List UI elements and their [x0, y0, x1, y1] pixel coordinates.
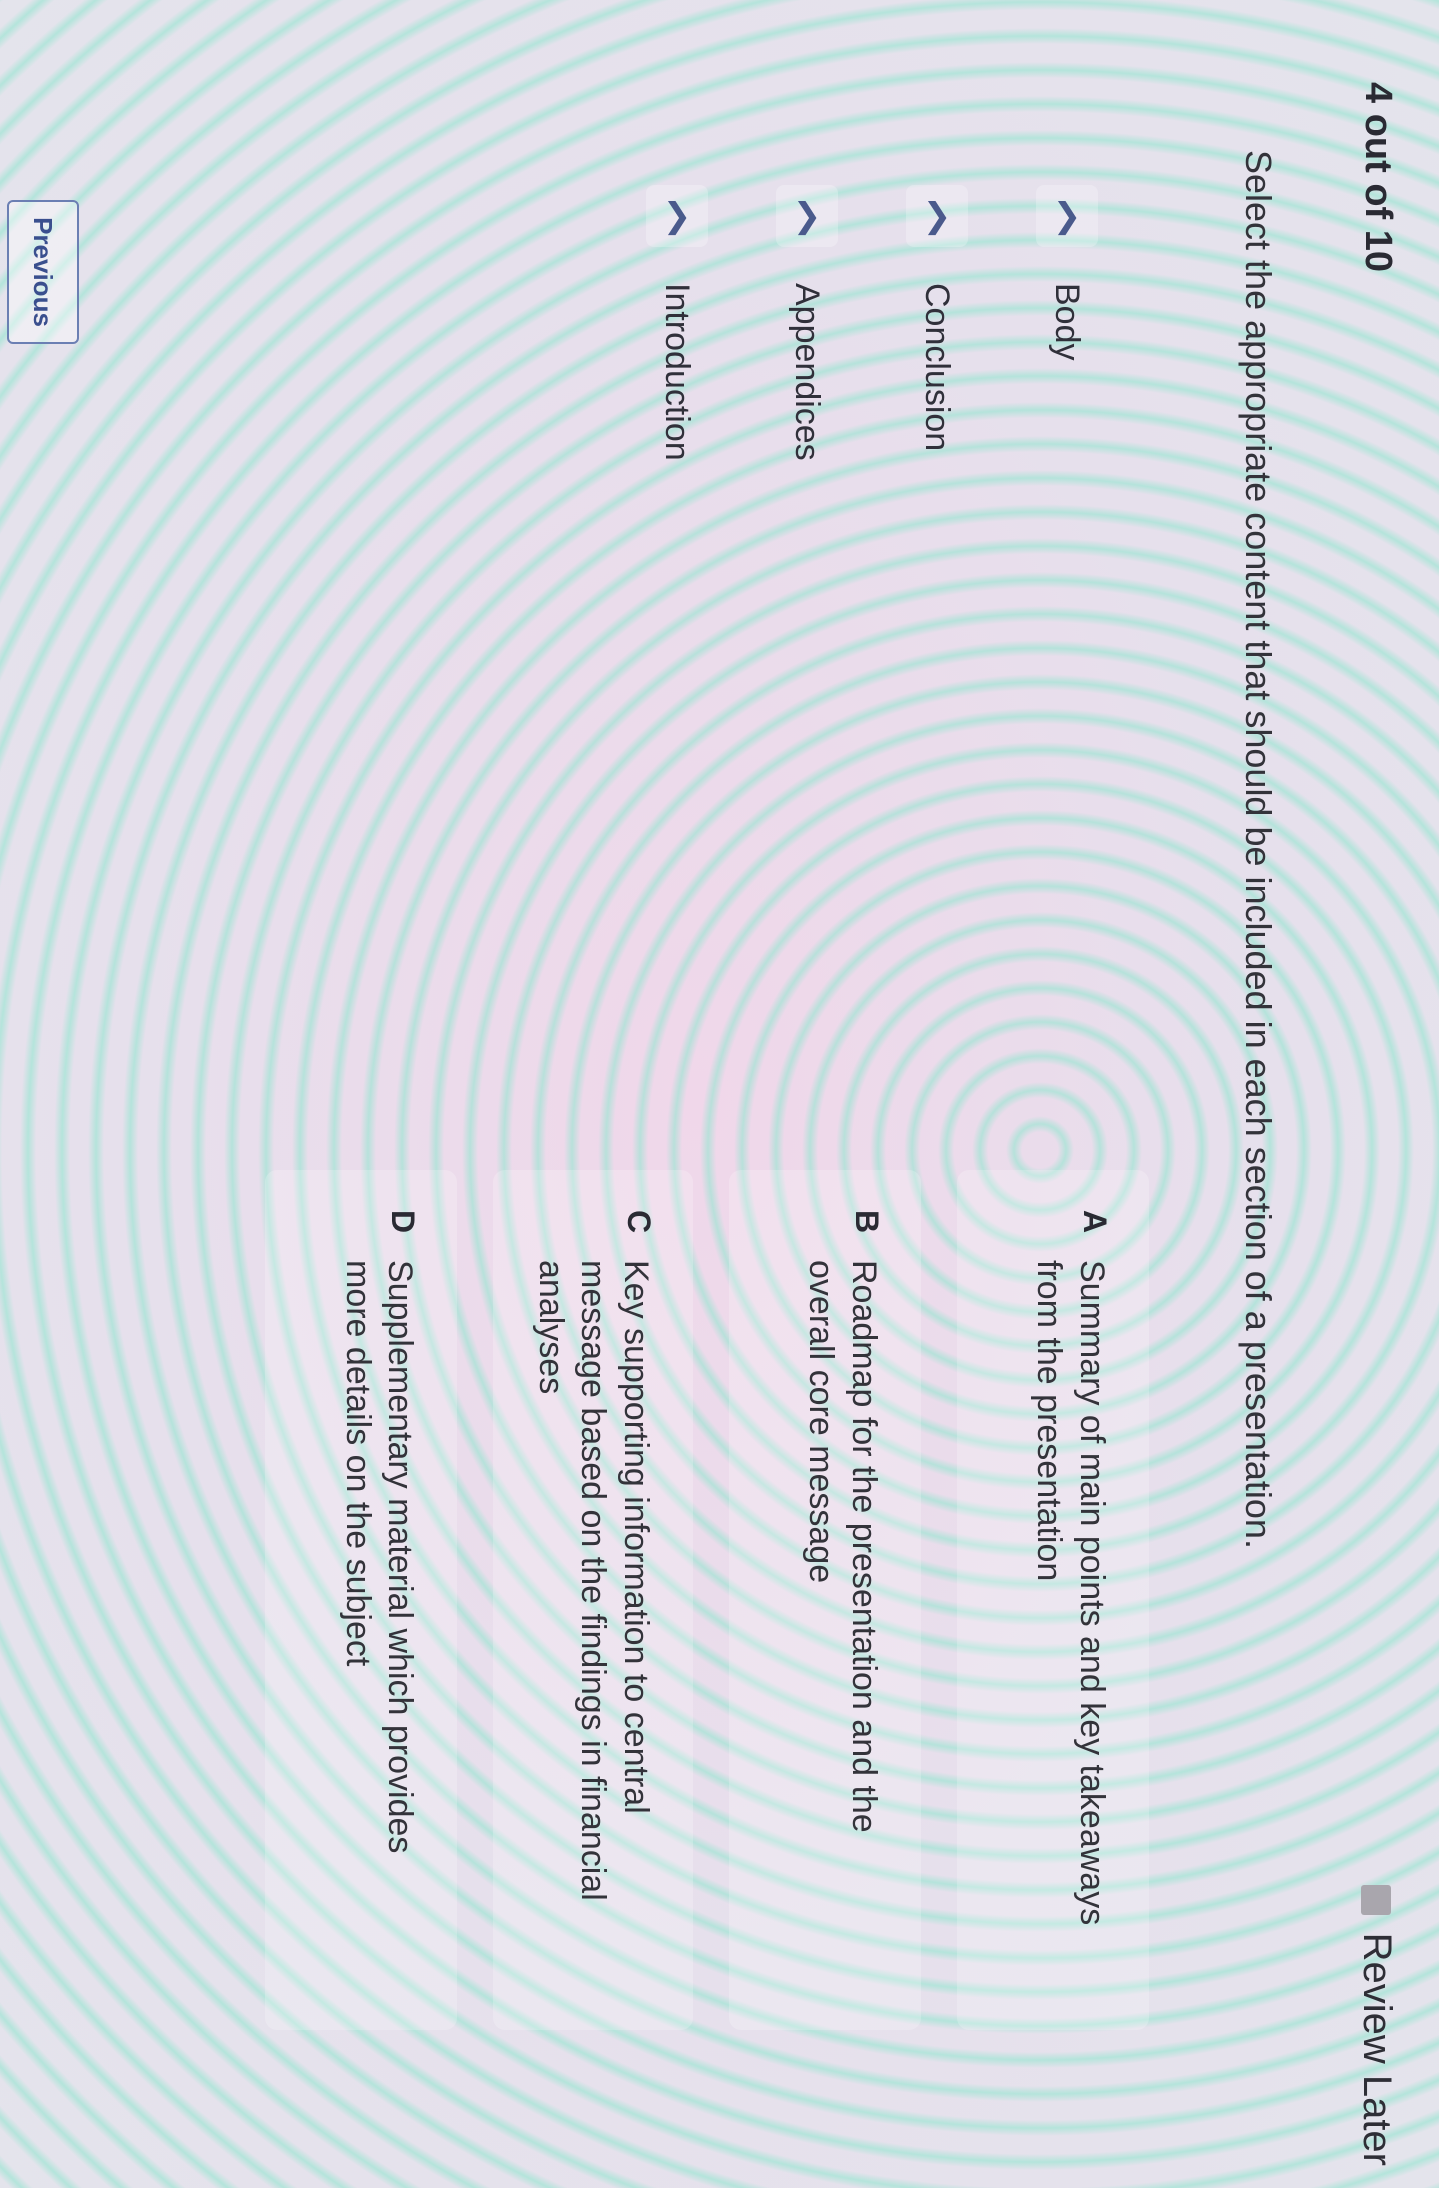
quiz-page: 4 out of 10 Review Later Select the appr… [0, 0, 1439, 2188]
section-label: Body [1048, 283, 1087, 361]
section-item-appendices[interactable]: ❯ Appendices [775, 185, 839, 745]
chevron-down-icon[interactable]: ❯ [1036, 185, 1098, 247]
option-text: Roadmap for the presentation and the ove… [802, 1260, 884, 1833]
section-item-body[interactable]: ❯ Body [1035, 185, 1099, 745]
question-progress: 4 out of 10 [1357, 82, 1399, 273]
section-label: Conclusion [918, 283, 957, 452]
chevron-down-icon[interactable]: ❯ [646, 185, 708, 247]
section-list: ❯ Body ❯ Conclusion ❯ Appendices ❯ Intro… [579, 185, 1099, 745]
option-text: Supplementary material which provides mo… [339, 1260, 420, 1854]
option-letter: B [849, 1210, 885, 1234]
chevron-down-icon[interactable]: ❯ [906, 185, 968, 247]
previous-button[interactable]: Previous [7, 200, 79, 344]
option-letter: D [385, 1210, 422, 1234]
option-card-b[interactable]: B Roadmap for the presentation and the o… [729, 1170, 921, 2030]
review-later-toggle[interactable]: Review Later [1354, 1884, 1399, 2166]
option-letter: A [1077, 1210, 1113, 1234]
option-card-a[interactable]: A Summary of main points and key takeawa… [957, 1170, 1149, 2030]
review-later-checkbox[interactable] [1361, 1884, 1392, 1915]
section-label: Introduction [658, 283, 697, 461]
section-item-conclusion[interactable]: ❯ Conclusion [905, 185, 969, 745]
answer-options: A Summary of main points and key takeawa… [230, 1170, 1149, 2030]
option-text: Summary of main points and key takeaways… [1030, 1260, 1112, 1926]
review-later-label: Review Later [1355, 1932, 1399, 2166]
section-label: Appendices [788, 283, 827, 461]
chevron-down-icon[interactable]: ❯ [776, 185, 838, 247]
question-prompt: Select the appropriate content that shou… [1238, 150, 1279, 1549]
option-text: Key supporting information to central me… [532, 1260, 655, 1901]
option-letter: C [621, 1210, 657, 1234]
option-card-d[interactable]: D Supplementary material which provides … [265, 1170, 458, 2030]
option-card-c[interactable]: C Key supporting information to central … [493, 1170, 693, 2030]
section-item-introduction[interactable]: ❯ Introduction [645, 185, 709, 745]
